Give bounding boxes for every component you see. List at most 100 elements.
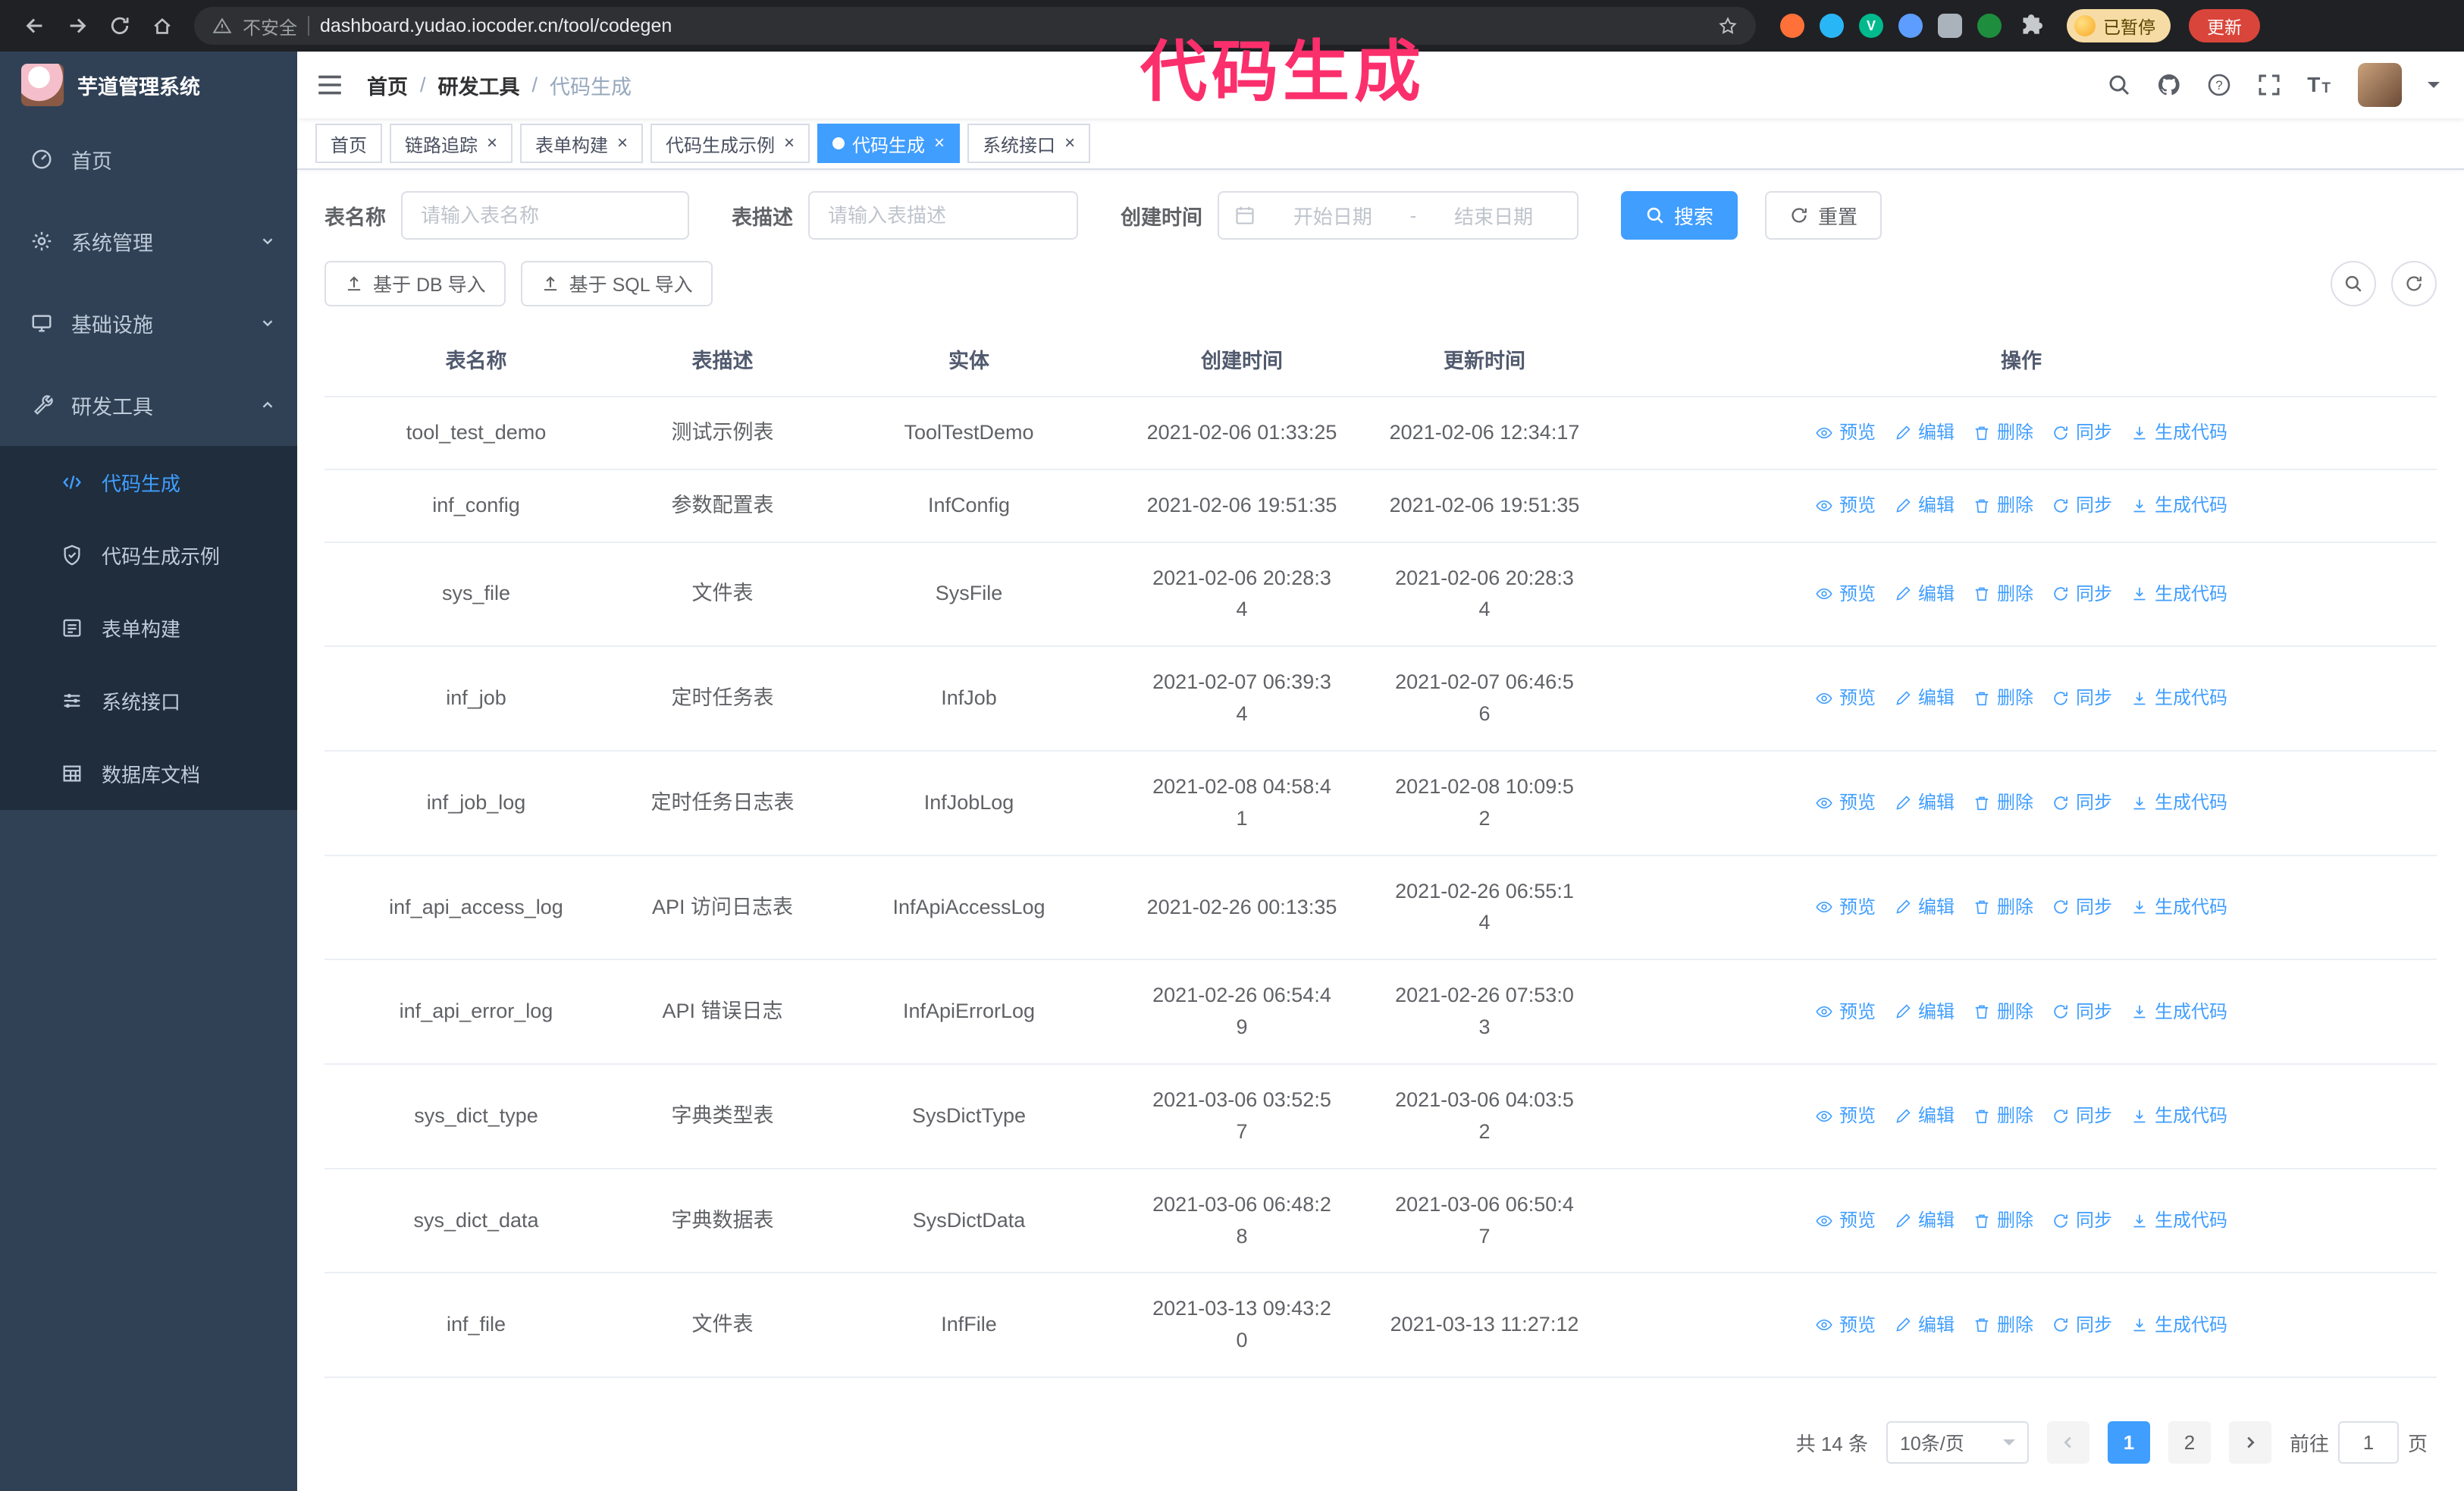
search-button[interactable]: 搜索 xyxy=(1621,191,1738,240)
sync-link[interactable]: 同步 xyxy=(2052,419,2112,447)
tab-close-icon[interactable]: × xyxy=(784,134,795,152)
edit-link[interactable]: 编辑 xyxy=(1894,1311,1955,1339)
reset-button[interactable]: 重置 xyxy=(1765,191,1882,240)
tab-close-icon[interactable]: × xyxy=(934,134,945,152)
sync-link[interactable]: 同步 xyxy=(2052,998,2112,1026)
delete-link[interactable]: 删除 xyxy=(1973,580,2033,608)
preview-link[interactable]: 预览 xyxy=(1815,998,1876,1026)
tab-close-icon[interactable]: × xyxy=(487,134,497,152)
screenshot-extension-icon[interactable] xyxy=(1938,14,1962,38)
generate-code-link[interactable]: 生成代码 xyxy=(2130,684,2227,712)
help-icon[interactable]: ? xyxy=(2207,73,2231,97)
sidebar-item-infrastructure[interactable]: 基础设施 xyxy=(0,282,297,364)
sync-link[interactable]: 同步 xyxy=(2052,893,2112,921)
date-range-picker[interactable]: 开始日期 - 结束日期 xyxy=(1218,191,1578,240)
reload-icon[interactable] xyxy=(100,6,140,46)
preview-link[interactable]: 预览 xyxy=(1815,1207,1876,1235)
table-name-input[interactable] xyxy=(401,191,689,240)
import-db-button[interactable]: 基于 DB 导入 xyxy=(324,261,506,306)
fullscreen-icon[interactable] xyxy=(2257,73,2281,97)
sync-link[interactable]: 同步 xyxy=(2052,491,2112,519)
generate-code-link[interactable]: 生成代码 xyxy=(2130,998,2227,1026)
sidebar-item-form-builder[interactable]: 表单构建 xyxy=(0,592,297,664)
sync-link[interactable]: 同步 xyxy=(2052,1207,2112,1235)
sidebar-item-db-doc[interactable]: 数据库文档 xyxy=(0,737,297,810)
edit-link[interactable]: 编辑 xyxy=(1894,1207,1955,1235)
sync-link[interactable]: 同步 xyxy=(2052,684,2112,712)
edit-link[interactable]: 编辑 xyxy=(1894,419,1955,447)
search-icon[interactable] xyxy=(2107,73,2131,97)
url-text[interactable]: dashboard.yudao.iocoder.cn/tool/codegen xyxy=(320,15,672,37)
tab-trace[interactable]: 链路追踪 × xyxy=(390,124,513,163)
preview-link[interactable]: 预览 xyxy=(1815,419,1876,447)
edit-link[interactable]: 编辑 xyxy=(1894,893,1955,921)
generate-code-link[interactable]: 生成代码 xyxy=(2130,893,2227,921)
paused-badge[interactable]: 已暂停 xyxy=(2067,9,2171,42)
app-logo[interactable]: 芋道管理系统 xyxy=(0,52,297,118)
sync-link[interactable]: 同步 xyxy=(2052,789,2112,817)
user-menu-caret-icon[interactable] xyxy=(2428,82,2440,94)
page-button-2[interactable]: 2 xyxy=(2168,1421,2211,1464)
sidebar-item-system[interactable]: 系统管理 xyxy=(0,200,297,282)
generate-code-link[interactable]: 生成代码 xyxy=(2130,419,2227,447)
generate-code-link[interactable]: 生成代码 xyxy=(2130,491,2227,519)
preview-link[interactable]: 预览 xyxy=(1815,1311,1876,1339)
sidebar-item-system-api[interactable]: 系统接口 xyxy=(0,664,297,737)
preview-link[interactable]: 预览 xyxy=(1815,893,1876,921)
extensions-puzzle-icon[interactable] xyxy=(2017,13,2042,39)
preview-link[interactable]: 预览 xyxy=(1815,789,1876,817)
sync-link[interactable]: 同步 xyxy=(2052,1102,2112,1130)
delete-link[interactable]: 删除 xyxy=(1973,1311,2033,1339)
edit-link[interactable]: 编辑 xyxy=(1894,998,1955,1026)
sidebar-item-home[interactable]: 首页 xyxy=(0,118,297,200)
breadcrumb-home[interactable]: 首页 xyxy=(367,71,408,100)
sprout-extension-icon[interactable] xyxy=(1977,14,2002,38)
prev-page-button[interactable] xyxy=(2046,1421,2089,1464)
sync-link[interactable]: 同步 xyxy=(2052,580,2112,608)
check-extension-icon[interactable]: V xyxy=(1859,14,1883,38)
fox-extension-icon[interactable] xyxy=(1780,14,1804,38)
edit-link[interactable]: 编辑 xyxy=(1894,491,1955,519)
tab-system-api[interactable]: 系统接口 × xyxy=(967,124,1091,163)
sidebar-item-codegen-example[interactable]: 代码生成示例 xyxy=(0,519,297,592)
refresh-table-button[interactable] xyxy=(2391,261,2437,306)
delete-link[interactable]: 删除 xyxy=(1973,1102,2033,1130)
font-size-icon[interactable]: TT xyxy=(2307,73,2332,97)
preview-link[interactable]: 预览 xyxy=(1815,1102,1876,1130)
edit-link[interactable]: 编辑 xyxy=(1894,580,1955,608)
user-avatar[interactable] xyxy=(2358,63,2402,107)
breadcrumb-dev-tools[interactable]: 研发工具 xyxy=(438,71,520,100)
page-size-select[interactable]: 10条/页 xyxy=(1886,1421,2029,1464)
edit-link[interactable]: 编辑 xyxy=(1894,789,1955,817)
tab-close-icon[interactable]: × xyxy=(617,134,628,152)
delete-link[interactable]: 删除 xyxy=(1973,491,2033,519)
drop-extension-icon[interactable] xyxy=(1820,14,1844,38)
preview-link[interactable]: 预览 xyxy=(1815,580,1876,608)
delete-link[interactable]: 删除 xyxy=(1973,419,2033,447)
preview-link[interactable]: 预览 xyxy=(1815,491,1876,519)
home-icon[interactable] xyxy=(143,6,182,46)
table-desc-input[interactable] xyxy=(808,191,1078,240)
edit-link[interactable]: 编辑 xyxy=(1894,684,1955,712)
bookmark-star-icon[interactable] xyxy=(1718,16,1738,36)
sidebar-item-codegen[interactable]: 代码生成 xyxy=(0,446,297,519)
back-icon[interactable] xyxy=(15,6,55,46)
sync-link[interactable]: 同步 xyxy=(2052,1311,2112,1339)
sidebar-item-dev-tools[interactable]: 研发工具 xyxy=(0,364,297,446)
preview-link[interactable]: 预览 xyxy=(1815,684,1876,712)
delete-link[interactable]: 删除 xyxy=(1973,998,2033,1026)
edit-link[interactable]: 编辑 xyxy=(1894,1102,1955,1130)
delete-link[interactable]: 删除 xyxy=(1973,789,2033,817)
generate-code-link[interactable]: 生成代码 xyxy=(2130,580,2227,608)
hamburger-icon[interactable] xyxy=(315,71,344,99)
tab-home[interactable]: 首页 xyxy=(315,124,382,163)
goto-page-input[interactable] xyxy=(2337,1421,2399,1464)
tab-codegen[interactable]: 代码生成 × xyxy=(817,124,961,163)
address-bar[interactable]: 不安全 dashboard.yudao.iocoder.cn/tool/code… xyxy=(194,7,1756,45)
update-button[interactable]: 更新 xyxy=(2189,9,2260,42)
tab-close-icon[interactable]: × xyxy=(1064,134,1075,152)
forward-icon[interactable] xyxy=(58,6,97,46)
tab-form-builder[interactable]: 表单构建 × xyxy=(520,124,644,163)
next-page-button[interactable] xyxy=(2228,1421,2271,1464)
generate-code-link[interactable]: 生成代码 xyxy=(2130,1207,2227,1235)
